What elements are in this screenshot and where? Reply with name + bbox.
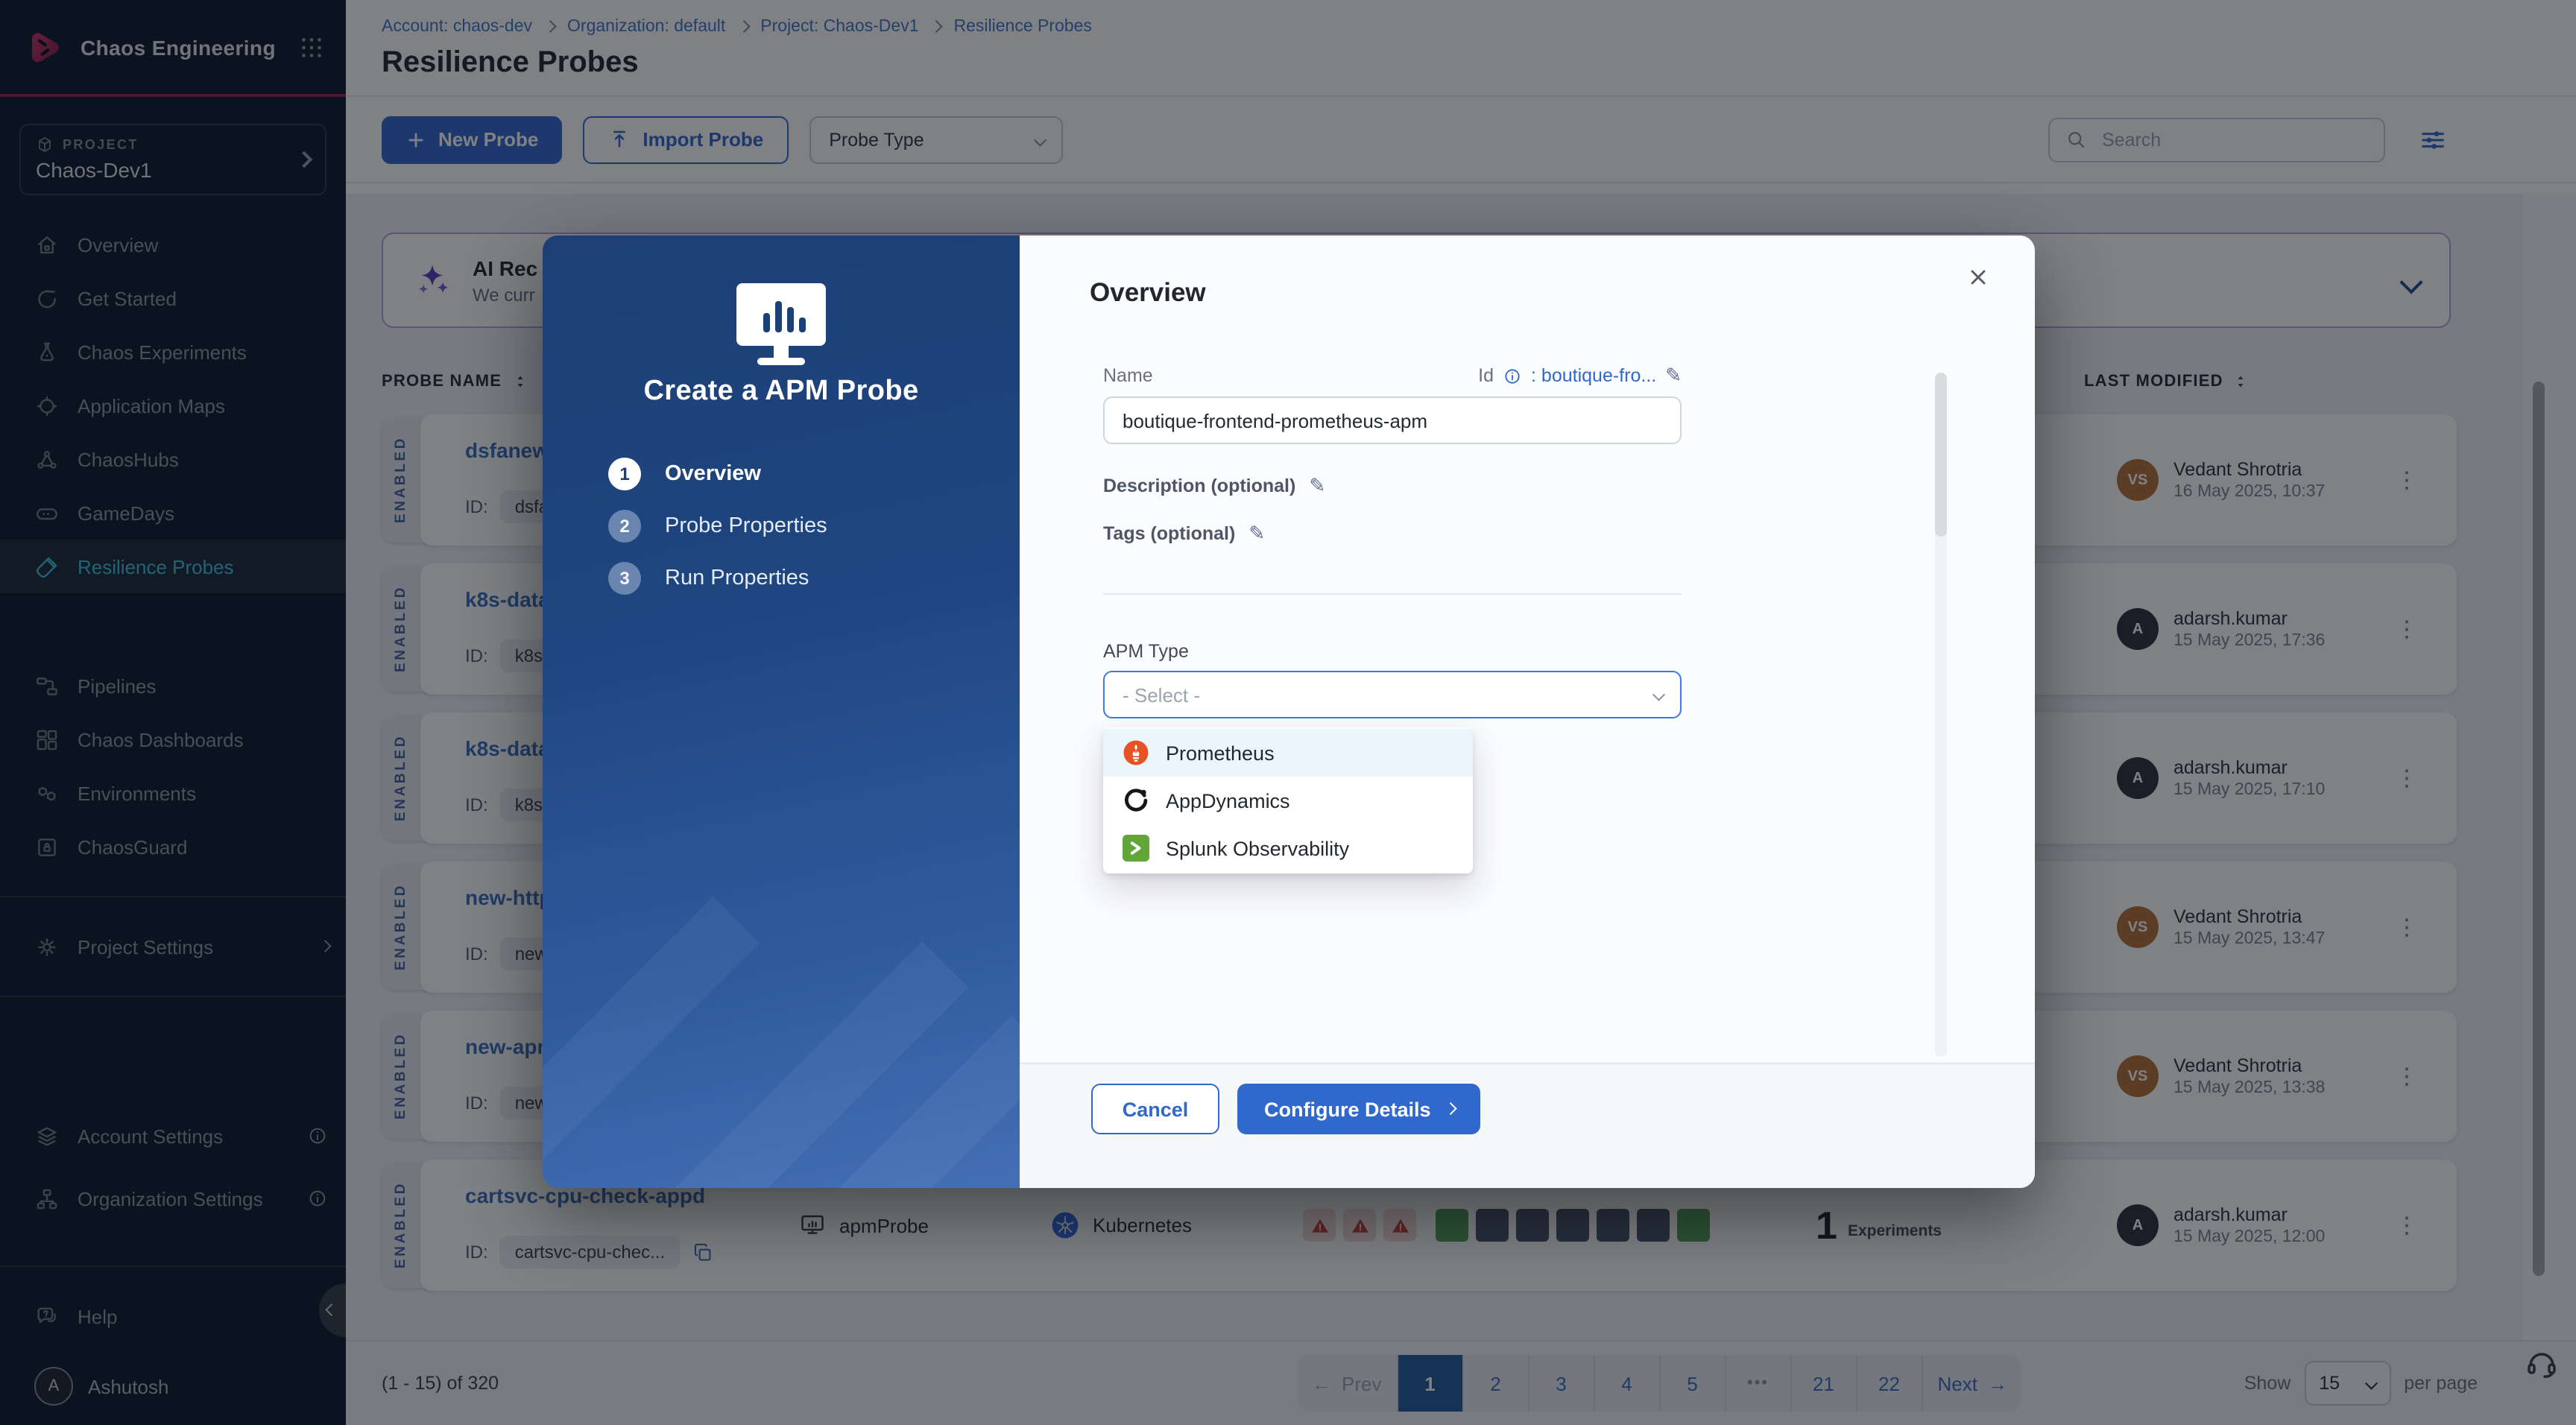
- splunk-icon: [1123, 835, 1149, 862]
- option-prometheus[interactable]: Prometheus: [1103, 729, 1473, 777]
- description-label: Description (optional): [1103, 475, 1295, 496]
- apm-type-dropdown: Prometheus AppDynamics: [1103, 727, 1473, 873]
- edit-id-icon[interactable]: ✎: [1665, 364, 1682, 388]
- wizard-steps: 1 Overview 2 Probe Properties 3 Run Prop…: [608, 458, 827, 595]
- harness-watermark: [543, 696, 1020, 1188]
- create-apm-probe-modal: Create a APM Probe 1 Overview 2 Probe Pr…: [543, 236, 2035, 1188]
- step-overview[interactable]: 1 Overview: [608, 458, 827, 490]
- cancel-button[interactable]: Cancel: [1091, 1084, 1219, 1134]
- info-icon: [1503, 366, 1522, 385]
- edit-tags-icon[interactable]: ✎: [1248, 522, 1265, 546]
- close-button[interactable]: [1960, 259, 1996, 295]
- tags-label: Tags (optional): [1103, 523, 1235, 544]
- modal-scrollbar-track: [1935, 373, 1947, 1057]
- name-label: Name: [1103, 365, 1153, 386]
- probe-name-input[interactable]: [1103, 396, 1682, 444]
- modal-right-panel: Overview Name Id : boutique-fro... ✎ Des…: [1020, 236, 2035, 1188]
- app-root: Chaos Engineering PROJECT Chaos-Dev1 Ove…: [0, 0, 2576, 1425]
- divider: [1103, 593, 1682, 595]
- apm-type-select[interactable]: - Select -: [1103, 671, 1682, 718]
- modal-left-panel: Create a APM Probe 1 Overview 2 Probe Pr…: [543, 236, 1020, 1188]
- id-label: Id: [1478, 365, 1494, 386]
- appdynamics-icon: [1123, 787, 1149, 814]
- option-splunk-observability[interactable]: Splunk Observability: [1103, 824, 1473, 872]
- modal-scrollbar-thumb[interactable]: [1935, 373, 1947, 537]
- close-icon: [1966, 265, 1990, 289]
- step-run-properties[interactable]: 3 Run Properties: [608, 562, 827, 595]
- apm-type-label: APM Type: [1103, 641, 1189, 662]
- modal-footer: Cancel Configure Details: [1020, 1063, 2035, 1188]
- probe-id-value: : boutique-fro...: [1531, 365, 1656, 386]
- edit-description-icon[interactable]: ✎: [1309, 474, 1325, 498]
- chevron-down-icon: [1652, 689, 1664, 701]
- step-probe-properties[interactable]: 2 Probe Properties: [608, 510, 827, 543]
- option-appdynamics[interactable]: AppDynamics: [1103, 777, 1473, 824]
- modal-step-heading: Overview: [1090, 277, 1206, 309]
- apm-monitor-icon: [727, 280, 835, 370]
- configure-details-button[interactable]: Configure Details: [1237, 1084, 1481, 1134]
- modal-title: Create a APM Probe: [543, 376, 1020, 408]
- chevron-right-icon: [1444, 1103, 1456, 1115]
- prometheus-icon: [1123, 739, 1149, 766]
